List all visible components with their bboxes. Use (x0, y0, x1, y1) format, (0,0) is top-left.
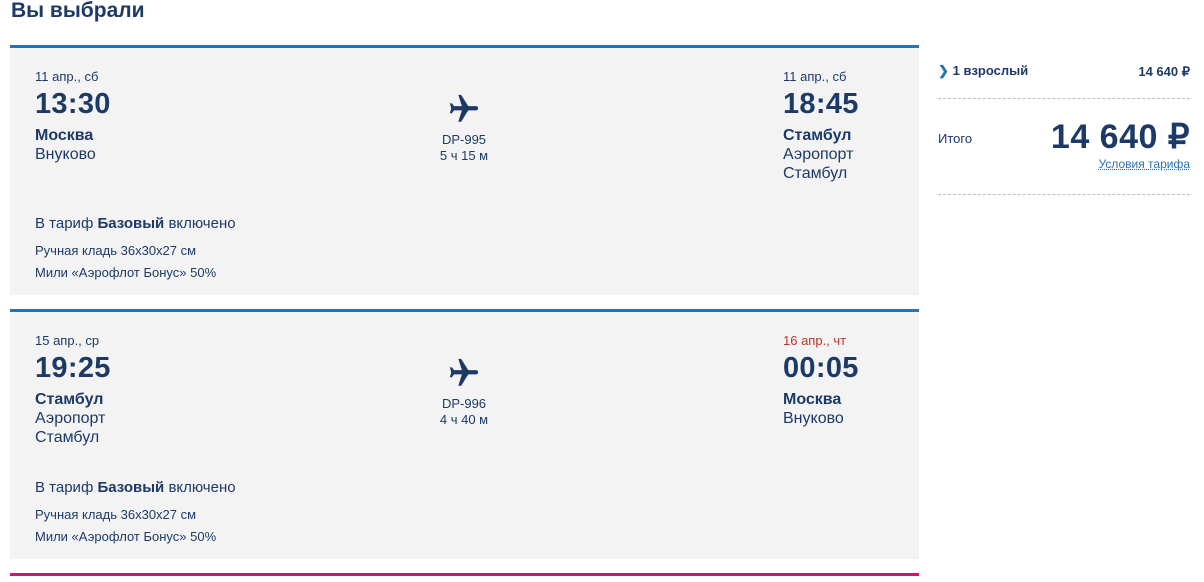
tariff-prefix: В тариф (35, 215, 94, 232)
total-row: Итого 14 640 ₽ Условия тарифа (938, 99, 1190, 194)
flight-number: DP-996 (441, 396, 487, 411)
chevron-right-icon: ❯ (938, 63, 949, 78)
arrival-airport: Аэропорт Стамбул (783, 146, 854, 182)
tariff-line: В тариф Базовый включено (35, 214, 236, 234)
included-item: Ручная кладь 36х30х27 см (35, 507, 197, 522)
passengers-price: 14 640 ₽ (1138, 64, 1190, 79)
departure-time: 19:25 (35, 352, 111, 384)
departure-city: Стамбул (35, 391, 104, 408)
included-item: Ручная кладь 36х30х27 см (35, 243, 197, 258)
total-price: 14 640 ₽ (1050, 118, 1190, 156)
flight-info: DP-996 4 ч 40 м (404, 356, 524, 428)
departure-airport: Внуково (35, 146, 96, 163)
included-item: Мили «Аэрофлот Бонус» 50% (35, 265, 217, 280)
arrival-date: 11 апр., сб (783, 69, 847, 84)
arrival-date: 16 апр., чт (783, 333, 847, 348)
tariff-suffix: включено (168, 479, 236, 496)
passengers-label: 1 взрослый (952, 63, 1029, 78)
arrival-time: 18:45 (783, 88, 859, 120)
total-label: Итого (938, 131, 973, 146)
arrival-city: Москва (783, 391, 842, 408)
departure-city: Москва (35, 127, 94, 144)
included-item: Мили «Аэрофлот Бонус» 50% (35, 529, 217, 544)
tariff-name: Базовый (97, 479, 165, 496)
tariff-suffix: включено (168, 215, 236, 232)
flight-card-return: 15 апр., ср 19:25 Стамбул Аэропорт Стамб… (10, 309, 919, 559)
passengers-row[interactable]: ❯ 1 взрослый 14 640 ₽ (938, 60, 1190, 98)
flight-duration: 4 ч 40 м (439, 412, 489, 427)
arrival-time: 00:05 (783, 352, 859, 384)
departure-date: 11 апр., сб (35, 69, 99, 84)
departure-block: 15 апр., ср 19:25 Стамбул Аэропорт Стамб… (35, 333, 145, 447)
tariff-name: Базовый (97, 215, 165, 232)
flight-info: DP-995 5 ч 15 м (404, 92, 524, 164)
price-summary: ❯ 1 взрослый 14 640 ₽ Итого 14 640 ₽ Усл… (938, 60, 1190, 195)
flight-duration: 5 ч 15 м (439, 148, 489, 163)
plane-icon (449, 358, 479, 386)
tariff-line: В тариф Базовый включено (35, 478, 236, 498)
arrival-airport: Внуково (783, 410, 844, 427)
plane-icon (449, 94, 479, 122)
next-section-divider (10, 573, 919, 576)
passengers-toggle[interactable]: ❯ 1 взрослый (938, 63, 1028, 79)
page-title: Вы выбрали (11, 0, 145, 22)
departure-time: 13:30 (35, 88, 111, 120)
departure-airport: Аэропорт Стамбул (35, 410, 106, 446)
flight-number: DP-995 (441, 132, 487, 147)
departure-date: 15 апр., ср (35, 333, 100, 348)
arrival-block: 16 апр., чт 00:05 Москва Внуково (783, 333, 893, 428)
tariff-block: В тариф Базовый включено Ручная кладь 36… (35, 214, 236, 284)
departure-block: 11 апр., сб 13:30 Москва Внуково (35, 69, 145, 164)
flight-card-outbound: 11 апр., сб 13:30 Москва Внуково DP-995 … (10, 45, 919, 295)
divider (938, 194, 1190, 195)
arrival-city: Стамбул (783, 127, 852, 144)
tariff-block: В тариф Базовый включено Ручная кладь 36… (35, 478, 236, 548)
tariff-prefix: В тариф (35, 479, 94, 496)
tariff-conditions-link[interactable]: Условия тарифа (1099, 157, 1191, 171)
arrival-block: 11 апр., сб 18:45 Стамбул Аэропорт Стамб… (783, 69, 893, 183)
